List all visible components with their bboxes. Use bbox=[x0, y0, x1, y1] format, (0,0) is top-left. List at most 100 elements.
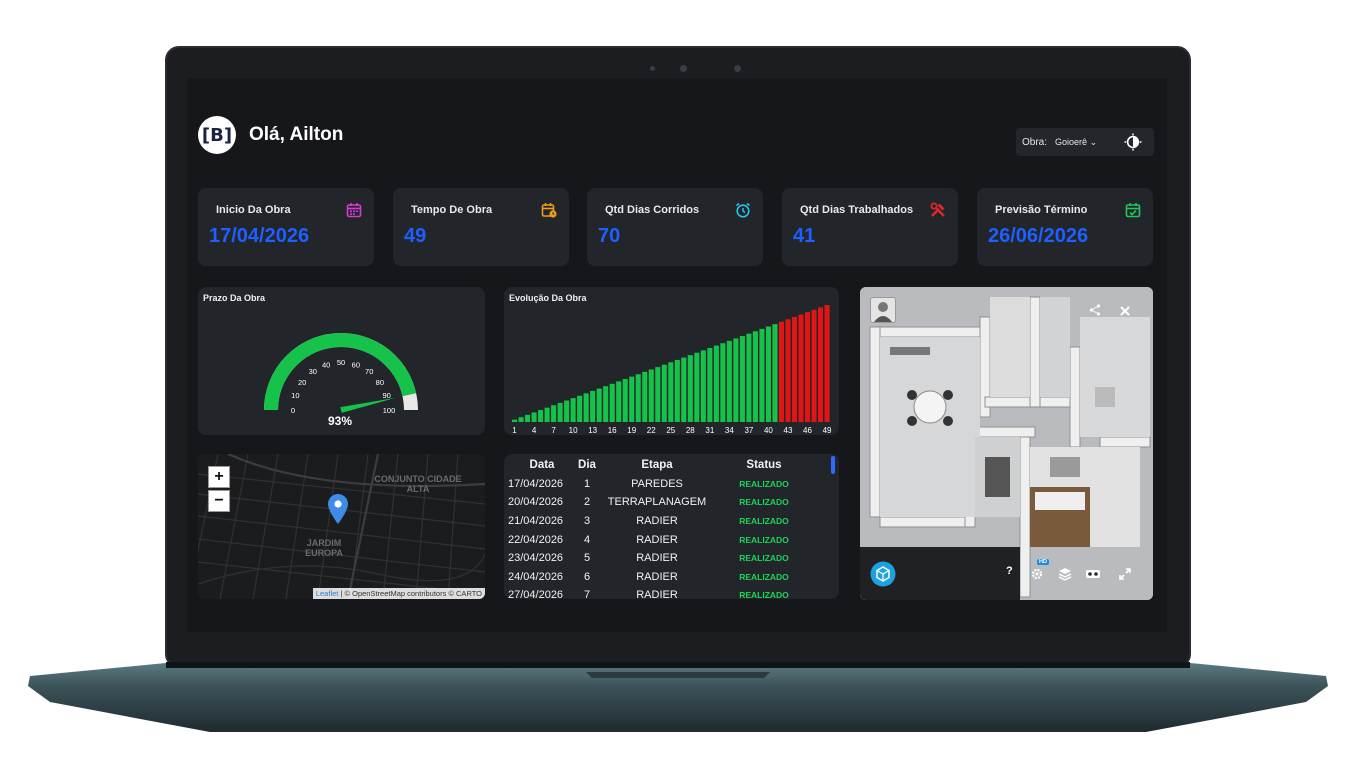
x-tick-label: 37 bbox=[744, 426, 753, 435]
kpi-title: Previsão Término bbox=[995, 204, 1088, 216]
x-tick-label: 34 bbox=[725, 426, 734, 435]
cell-dia: 4 bbox=[583, 533, 591, 546]
dashboard-screen: [B] Olá, Ailton Obra: Goioerê ⌄ Inicio D… bbox=[187, 78, 1167, 632]
cell-date: 27/04/2026 bbox=[508, 589, 564, 599]
gauge-chart: 010203040 50 60708090100 bbox=[264, 333, 418, 415]
map-marker-icon[interactable] bbox=[328, 494, 348, 524]
chart-bar bbox=[622, 379, 628, 422]
chart-bar bbox=[668, 362, 674, 422]
chart-bar bbox=[824, 305, 830, 422]
cell-status: REALIZADO bbox=[739, 553, 789, 564]
fullscreen-icon[interactable] bbox=[1119, 568, 1131, 580]
cell-etapa: RADIER bbox=[636, 552, 678, 565]
chart-bar bbox=[778, 321, 784, 422]
table-header: Data Dia Etapa Status bbox=[504, 456, 839, 475]
stages-table: Data Dia Etapa Status 17/04/2026 1 PARED… bbox=[504, 454, 839, 599]
cell-date: 23/04/2026 bbox=[508, 552, 564, 565]
cell-etapa: RADIER bbox=[636, 515, 678, 528]
cell-etapa: RADIER bbox=[636, 570, 678, 583]
cell-dia: 6 bbox=[583, 570, 591, 583]
virtual-tour-viewer[interactable]: ? HD bbox=[860, 287, 1153, 600]
chart-bar bbox=[596, 388, 602, 422]
chart-bar bbox=[583, 393, 589, 422]
kpi-value: 17/04/2026 bbox=[209, 225, 310, 247]
vr-headset-icon[interactable] bbox=[1085, 568, 1101, 580]
chart-bar bbox=[720, 343, 726, 422]
x-tick-label: 7 bbox=[551, 426, 556, 435]
chart-bar bbox=[531, 412, 537, 422]
x-tick-label: 25 bbox=[666, 426, 675, 435]
chart-bar bbox=[739, 336, 745, 422]
gauge-tick-label: 20 bbox=[298, 378, 306, 387]
gauge-tick-label: 80 bbox=[376, 378, 384, 387]
cell-date: 24/04/2026 bbox=[508, 570, 564, 583]
chart-bar bbox=[713, 345, 719, 422]
kpi-card-dias-corridos: Qtd Dias Corridos 70 bbox=[587, 188, 763, 266]
chart-bar bbox=[648, 369, 654, 422]
cell-etapa: TERRAPLANAGEM bbox=[607, 496, 707, 509]
chart-bar bbox=[557, 402, 563, 422]
chart-bar bbox=[687, 355, 693, 422]
theme-toggle-icon[interactable] bbox=[1124, 133, 1142, 151]
gauge-tick-label: 10 bbox=[291, 391, 299, 400]
company-logo: [B] bbox=[198, 116, 236, 154]
x-tick-label: 31 bbox=[705, 426, 714, 435]
alarm-clock-icon bbox=[736, 202, 750, 218]
zoom-out-button[interactable]: − bbox=[208, 490, 230, 512]
gauge-tick-label: 50 bbox=[337, 358, 345, 367]
obra-select[interactable]: Goioerê ⌄ bbox=[1055, 137, 1097, 148]
x-tick-label: 4 bbox=[532, 426, 537, 435]
chart-bar bbox=[609, 383, 615, 422]
settings-icon[interactable] bbox=[1030, 567, 1044, 581]
col-status: Status bbox=[746, 459, 782, 472]
chart-bar bbox=[551, 405, 557, 422]
sensor-dot bbox=[650, 66, 655, 71]
col-dia: Dia bbox=[578, 459, 596, 472]
calendar-check-icon bbox=[1125, 203, 1141, 218]
cell-etapa: RADIER bbox=[636, 533, 678, 546]
chart-bar bbox=[733, 338, 739, 422]
zoom-in-button[interactable]: + bbox=[208, 466, 230, 488]
share-icon[interactable] bbox=[1089, 304, 1101, 316]
chart-bar bbox=[765, 326, 771, 422]
gauge-tick-label: 30 bbox=[309, 367, 317, 376]
kpi-value: 26/06/2026 bbox=[988, 225, 1089, 247]
map-label-cidade-alta: CONJUNTO CIDADE ALTA bbox=[374, 474, 462, 494]
gauge-tick-label: 0 bbox=[291, 406, 295, 415]
help-button[interactable]: ? bbox=[1006, 565, 1013, 577]
chart-bar bbox=[694, 352, 700, 422]
chart-bar bbox=[759, 328, 765, 422]
chart-bar bbox=[512, 419, 518, 422]
cell-date: 22/04/2026 bbox=[508, 533, 564, 546]
chart-bar bbox=[577, 395, 583, 422]
chart-bar bbox=[518, 417, 524, 422]
table-row: 23/04/2026 5 RADIER REALIZADO bbox=[504, 549, 839, 568]
leaflet-link[interactable]: Leaflet bbox=[316, 589, 339, 598]
table-row: 24/04/2026 6 RADIER REALIZADO bbox=[504, 568, 839, 587]
chart-bar bbox=[772, 324, 778, 422]
avatar[interactable] bbox=[870, 297, 896, 323]
table-scrollbar[interactable] bbox=[831, 456, 835, 474]
location-map[interactable]: CONJUNTO CIDADE ALTA JARDIM EUROPA + − L… bbox=[198, 454, 485, 599]
x-tick-label: 16 bbox=[608, 426, 617, 435]
chart-bar bbox=[798, 314, 804, 422]
x-tick-label: 22 bbox=[647, 426, 656, 435]
close-icon[interactable] bbox=[1119, 305, 1131, 317]
tools-icon bbox=[930, 202, 945, 217]
chart-bar bbox=[603, 386, 609, 422]
table-row: 27/04/2026 7 RADIER REALIZADO bbox=[504, 586, 839, 599]
cell-status: REALIZADO bbox=[739, 590, 789, 599]
cell-status: REALIZADO bbox=[739, 571, 789, 582]
layers-icon[interactable] bbox=[1058, 567, 1072, 581]
hd-badge: HD bbox=[1037, 559, 1049, 565]
map-attribution: Leaflet | © OpenStreetMap contributors ©… bbox=[312, 588, 485, 599]
chart-bar bbox=[681, 357, 687, 422]
kpi-card-dias-trabalhados: Qtd Dias Trabalhados 41 bbox=[782, 188, 958, 266]
cell-date: 20/04/2026 bbox=[508, 496, 564, 509]
x-tick-label: 49 bbox=[823, 426, 832, 435]
cell-status: REALIZADO bbox=[739, 497, 789, 508]
kpi-title: Inicio Da Obra bbox=[216, 204, 291, 216]
chart-bar bbox=[791, 316, 798, 422]
chart-bar bbox=[544, 407, 550, 422]
cube-logo-icon[interactable] bbox=[870, 561, 896, 587]
